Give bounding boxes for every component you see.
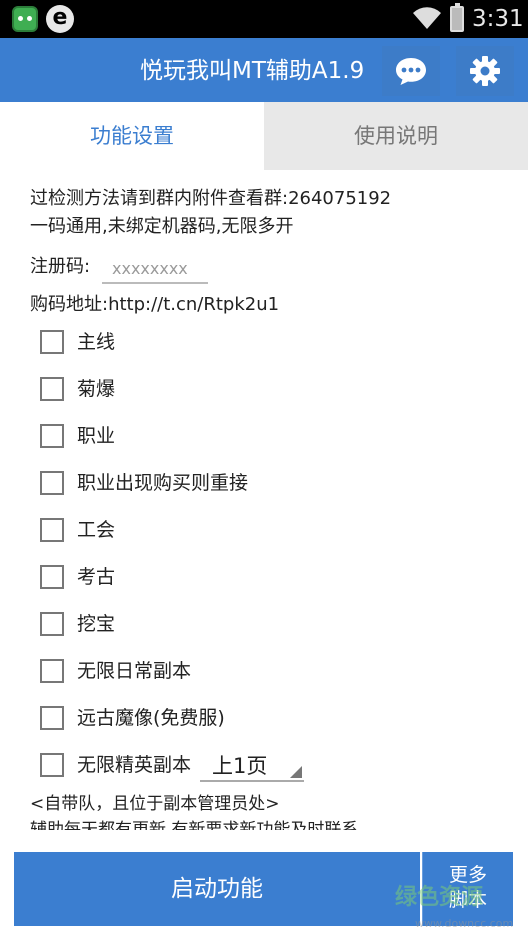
wifi-icon (413, 7, 441, 29)
page-select-value: 上1页 (212, 754, 268, 778)
registration-code-input[interactable] (102, 254, 208, 284)
dropdown-arrow-icon (290, 766, 302, 778)
option-label: 职业出现购买则重接 (77, 472, 249, 494)
option-ju-bao[interactable]: 菊爆 (40, 374, 340, 406)
option-label: 无限日常副本 (77, 660, 192, 682)
option-treasure-dig[interactable]: 挖宝 (40, 609, 340, 641)
gear-icon (470, 56, 500, 86)
tab-instructions[interactable]: 使用说明 (264, 102, 528, 170)
option-label: 挖宝 (77, 613, 116, 635)
option-profession[interactable]: 职业 (40, 421, 340, 453)
chat-icon (396, 58, 426, 85)
app-screen: { "status_bar": { "time": "3:31", "app_i… (0, 0, 528, 940)
clock: 3:31 (472, 6, 524, 32)
checkbox[interactable] (40, 565, 64, 589)
start-function-button[interactable]: 启动功能 (14, 852, 420, 926)
watermark-text: 绿色资源 (395, 885, 484, 910)
registration-label: 注册码: (30, 256, 91, 277)
checkbox[interactable] (40, 612, 64, 636)
option-unlimited-daily-dungeon[interactable]: 无限日常副本 (40, 656, 340, 688)
checkbox[interactable] (40, 471, 64, 495)
message-button[interactable] (382, 46, 440, 96)
option-label: 工会 (77, 519, 116, 541)
option-ancient-golem[interactable]: 远古魔像(免费服) (40, 703, 340, 735)
option-label: 菊爆 (77, 378, 116, 400)
update-note-clip: 辅助每天都有更新,有新要求新功能及时联系 (30, 818, 500, 830)
status-bar: e 3:31 (0, 0, 528, 38)
info-license-text: 一码通用,未绑定机器码,无限多开 (30, 216, 294, 237)
checkbox[interactable] (40, 330, 64, 354)
option-unlimited-elite-dungeon[interactable]: 无限精英副本 (40, 750, 200, 782)
team-note-text: <自带队，且位于副本管理员处> (30, 794, 280, 814)
checkbox[interactable] (40, 518, 64, 542)
app-title: 悦玩我叫MT辅助A1.9 (140, 58, 365, 84)
tab-function-settings[interactable]: 功能设置 (0, 102, 264, 170)
option-profession-reconnect[interactable]: 职业出现购买则重接 (40, 468, 340, 500)
checkbox[interactable] (40, 706, 64, 730)
settings-button[interactable] (456, 46, 514, 96)
site-watermark: 绿色资源 www.downcc.com (395, 885, 525, 930)
watermark-url: www.downcc.com (415, 917, 514, 930)
checkbox[interactable] (40, 377, 64, 401)
checkbox[interactable] (40, 424, 64, 448)
option-main-quest[interactable]: 主线 (40, 327, 340, 359)
purchase-link-text: 购码地址:http://t.cn/Rtpk2u1 (30, 294, 280, 315)
option-label: 职业 (77, 425, 116, 447)
option-guild[interactable]: 工会 (40, 515, 340, 547)
option-label: 考古 (77, 566, 116, 588)
page-select-dropdown[interactable]: 上1页 (200, 752, 304, 782)
option-label: 远古魔像(免费服) (77, 707, 225, 729)
browser-notification-icon: e (46, 5, 74, 33)
app-bar: 悦玩我叫MT辅助A1.9 (0, 38, 528, 102)
checkbox[interactable] (40, 753, 64, 777)
battery-icon (450, 3, 464, 32)
option-archaeology[interactable]: 考古 (40, 562, 340, 594)
checkbox[interactable] (40, 659, 64, 683)
option-label: 无限精英副本 (77, 754, 192, 776)
option-label: 主线 (77, 331, 116, 353)
info-group-text: 过检测方法请到群内附件查看群:264075192 (30, 188, 392, 209)
update-note-text: 辅助每天都有更新,有新要求新功能及时联系 (30, 820, 359, 830)
app-notification-icon (12, 6, 38, 32)
